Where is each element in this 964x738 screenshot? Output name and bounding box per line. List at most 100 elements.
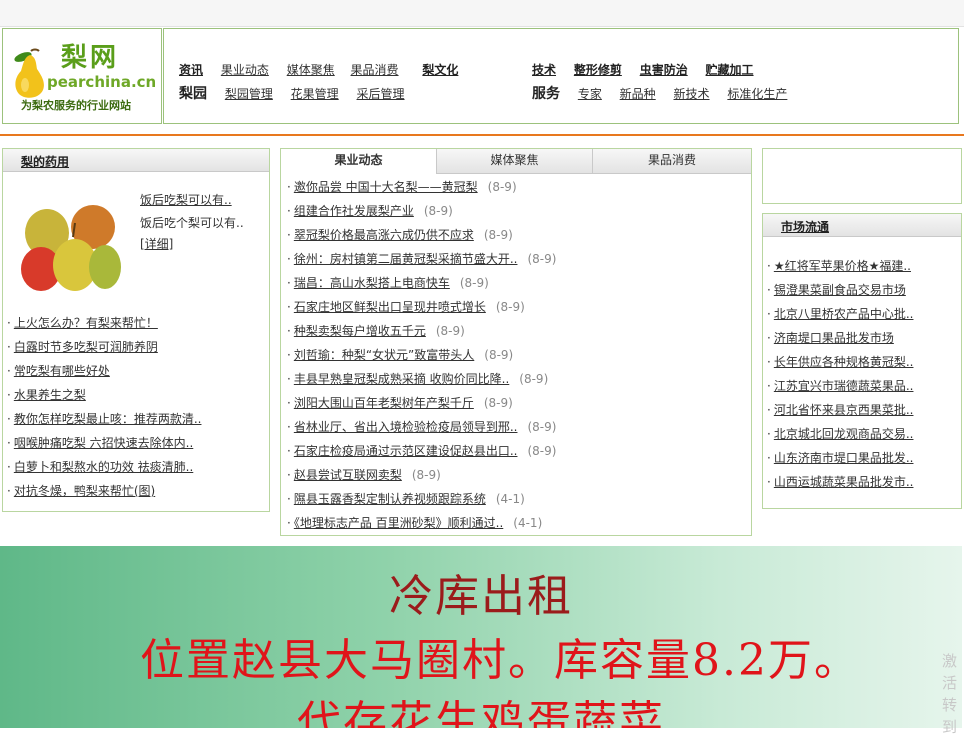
list-item: · 上火怎么办？有梨来帮忙！ xyxy=(7,316,158,330)
news-item-link[interactable]: 瑞昌：高山水梨搭上电商快车 xyxy=(294,276,450,290)
nav-news[interactable]: 资讯 xyxy=(179,63,203,77)
news-item: · 徐州：房村镇第二届黄冠梨采摘节盛大开.. (8-9) xyxy=(287,247,556,271)
list-item-link[interactable]: 咽喉肿痛吃梨 六招快速去除体内.. xyxy=(14,436,193,450)
feature-read-more-link[interactable]: [详细] xyxy=(140,235,173,252)
news-item-link[interactable]: 邀你品尝 中国十大名梨——黄冠梨 xyxy=(294,180,478,194)
news-item-link[interactable]: 徐州：房村镇第二届黄冠梨采摘节盛大开.. xyxy=(294,252,518,266)
news-item-link[interactable]: 省林业厅、省出入境检验检疫局领导到邢.. xyxy=(294,420,518,434)
nav-item-industry-news[interactable]: 果业动态 xyxy=(221,63,269,77)
news-item-link[interactable]: 石家庄检疫局通过示范区建设促赵县出口.. xyxy=(294,444,518,458)
market-item-link[interactable]: ★红将军苹果价格★福建.. xyxy=(774,259,911,273)
nav-item-storage[interactable]: 贮藏加工 xyxy=(706,63,754,77)
nav-item-pruning[interactable]: 整形修剪 xyxy=(574,63,622,77)
bullet: · xyxy=(287,396,291,410)
news-item-link[interactable]: 石家庄地区鲜梨出口呈现井喷式增长 xyxy=(294,300,486,314)
list-item: · 水果养生之梨 xyxy=(7,388,86,402)
nav-tech[interactable]: 技术 xyxy=(532,63,556,77)
news-item-link[interactable]: 《地理标志产品 百里洲砂梨》顺利通过.. xyxy=(294,516,503,530)
list-item-link[interactable]: 水果养生之梨 xyxy=(14,388,86,402)
header-divider xyxy=(0,134,964,136)
news-item-date: (8-9) xyxy=(435,324,465,338)
news-item-link[interactable]: 刘哲瑜：种梨“女状元”致富带头人 xyxy=(294,348,474,362)
news-item: · 邀你品尝 中国十大名梨——黄冠梨 (8-9) xyxy=(287,175,556,199)
nav-item-consumption[interactable]: 果品消费 xyxy=(351,63,399,77)
news-item: · 石家庄地区鲜梨出口呈现井喷式增长 (8-9) xyxy=(287,295,556,319)
nav-item-orchard-mgmt[interactable]: 梨园管理 xyxy=(225,87,273,101)
market-item: · 长年供应各种规格黄冠梨.. xyxy=(767,350,913,374)
activation-watermark: 激活 转到 xyxy=(942,652,958,736)
bullet: · xyxy=(287,180,291,194)
bullet: · xyxy=(287,372,291,386)
nav-item-new-variety[interactable]: 新品种 xyxy=(620,87,656,101)
news-item-link[interactable]: 隰县玉露香梨定制认养视频跟踪系统 xyxy=(294,492,486,506)
news-list: · 邀你品尝 中国十大名梨——黄冠梨 (8-9) · 组建合作社发展梨产业 (8-9) · 翠… xyxy=(287,175,556,535)
news-item-date: (8-9) xyxy=(483,228,513,242)
bullet: · xyxy=(767,475,771,489)
nav-item-flower-fruit[interactable]: 花果管理 xyxy=(291,87,339,101)
tab-media[interactable]: 媒体聚焦 xyxy=(437,149,593,173)
list-item: · 白萝卜和梨熬水的功效 祛痰清肺.. xyxy=(7,460,194,474)
news-item-link[interactable]: 赵县尝试互联网卖梨 xyxy=(294,468,402,482)
cold-storage-ad-banner[interactable]: 冷库出租 位置赵县大马圈村。库容量8.2万。 代存花生鸡蛋蔬菜 xyxy=(0,546,962,728)
panel-header: 市场流通 xyxy=(763,214,961,237)
news-item-link[interactable]: 组建合作社发展梨产业 xyxy=(294,204,414,218)
market-item-link[interactable]: 江苏宜兴市瑞德蔬菜果品.. xyxy=(774,379,914,393)
list-item-link[interactable]: 常吃梨有哪些好处 xyxy=(14,364,110,378)
bullet: · xyxy=(287,516,291,530)
news-item-link[interactable]: 浏阳大围山百年老梨树年产梨千斤 xyxy=(294,396,474,410)
feature-article-desc: 饭后吃个梨可以有.. xyxy=(140,216,244,230)
market-item-link[interactable]: 山东济南市堤口果品批发.. xyxy=(774,451,914,465)
news-item-date: (4-1) xyxy=(495,492,525,506)
news-item-date: (8-9) xyxy=(527,252,557,266)
list-item-link[interactable]: 白萝卜和梨熬水的功效 祛痰清肺.. xyxy=(14,460,193,474)
market-item-link[interactable]: 山西运城蔬菜果品批发市.. xyxy=(774,475,914,489)
nav-service[interactable]: 服务 xyxy=(532,86,560,102)
market-panel: 市场流通 · ★红将军苹果价格★福建.. · 锡澄果菜副食品交易市场 · 北京八里桥农产品… xyxy=(762,213,962,509)
nav-item-new-tech[interactable]: 新技术 xyxy=(674,87,710,101)
news-item-link[interactable]: 翠冠梨价格最高涨六成仍供不应求 xyxy=(294,228,474,242)
news-item-link[interactable]: 种梨卖梨每户增收五千元 xyxy=(294,324,426,338)
list-item-link[interactable]: 白露时节多吃梨可润肺养阴 xyxy=(14,340,158,354)
list-item-link[interactable]: 上火怎么办？有梨来帮忙！ xyxy=(14,316,158,330)
news-item: · 种梨卖梨每户增收五千元 (8-9) xyxy=(287,319,556,343)
news-item-link[interactable]: 丰县早熟皇冠梨成熟采摘 收购价同比降.. xyxy=(294,372,509,386)
market-item-link[interactable]: 北京八里桥农产品中心批.. xyxy=(774,307,914,321)
bullet: · xyxy=(287,468,291,482)
bullet: · xyxy=(767,307,771,321)
list-item-link[interactable]: 对抗冬燥，鸭梨来帮忙(图) xyxy=(14,484,155,498)
site-logo[interactable]: 梨网 pearchina.cn 为梨农服务的行业网站 xyxy=(2,28,162,124)
nav-orchard[interactable]: 梨园 xyxy=(179,86,207,102)
market-item-link[interactable]: 锡澄果菜副食品交易市场 xyxy=(774,283,906,297)
tab-consumption[interactable]: 果品消费 xyxy=(593,149,751,173)
panel-header: 梨的药用 xyxy=(3,149,269,172)
nav-item-standard[interactable]: 标准化生产 xyxy=(727,87,787,101)
bullet: · xyxy=(287,228,291,242)
bullet: · xyxy=(287,324,291,338)
panel-title[interactable]: 市场流通 xyxy=(781,218,829,235)
news-item-date: (8-9) xyxy=(495,300,525,314)
market-item-link[interactable]: 河北省怀来县京西果菜批.. xyxy=(774,403,914,417)
feature-article-title[interactable]: 饭后吃梨可以有.. xyxy=(140,191,232,208)
market-item: · 山西运城蔬菜果品批发市.. xyxy=(767,470,913,494)
list-item-link[interactable]: 教你怎样吃梨最止咳：推荐两款清.. xyxy=(14,412,202,426)
bullet: · xyxy=(287,348,291,362)
market-item: · 山东济南市堤口果品批发.. xyxy=(767,446,913,470)
banner-line-2: 位置赵县大马圈村。库容量8.2万。 xyxy=(140,635,860,686)
market-item-link[interactable]: 济南堤口果品批发市场 xyxy=(774,331,894,345)
nav-item-pest[interactable]: 虫害防治 xyxy=(640,63,688,77)
bullet: · xyxy=(767,331,771,345)
news-item: · 省林业厅、省出入境检验检疫局领导到邢.. (8-9) xyxy=(287,415,556,439)
bullet: · xyxy=(287,252,291,266)
nav-item-media[interactable]: 媒体聚焦 xyxy=(287,63,335,77)
main-nav: 资讯 果业动态 媒体聚焦 果品消费 梨文化 梨园 梨园管理 花果管理 采后管理 … xyxy=(163,28,959,124)
market-item-link[interactable]: 北京城北回龙观商品交易.. xyxy=(774,427,914,441)
market-item-link[interactable]: 长年供应各种规格黄冠梨.. xyxy=(774,355,914,369)
tab-industry-news[interactable]: 果业动态 xyxy=(281,149,437,174)
nav-item-expert[interactable]: 专家 xyxy=(578,87,602,101)
nav-pear-culture[interactable]: 梨文化 xyxy=(422,63,458,77)
nav-item-postharvest[interactable]: 采后管理 xyxy=(357,87,405,101)
bullet: · xyxy=(287,444,291,458)
market-item: · 江苏宜兴市瑞德蔬菜果品.. xyxy=(767,374,913,398)
panel-title[interactable]: 梨的药用 xyxy=(21,153,69,170)
list-item: · 教你怎样吃梨最止咳：推荐两款清.. xyxy=(7,412,202,426)
